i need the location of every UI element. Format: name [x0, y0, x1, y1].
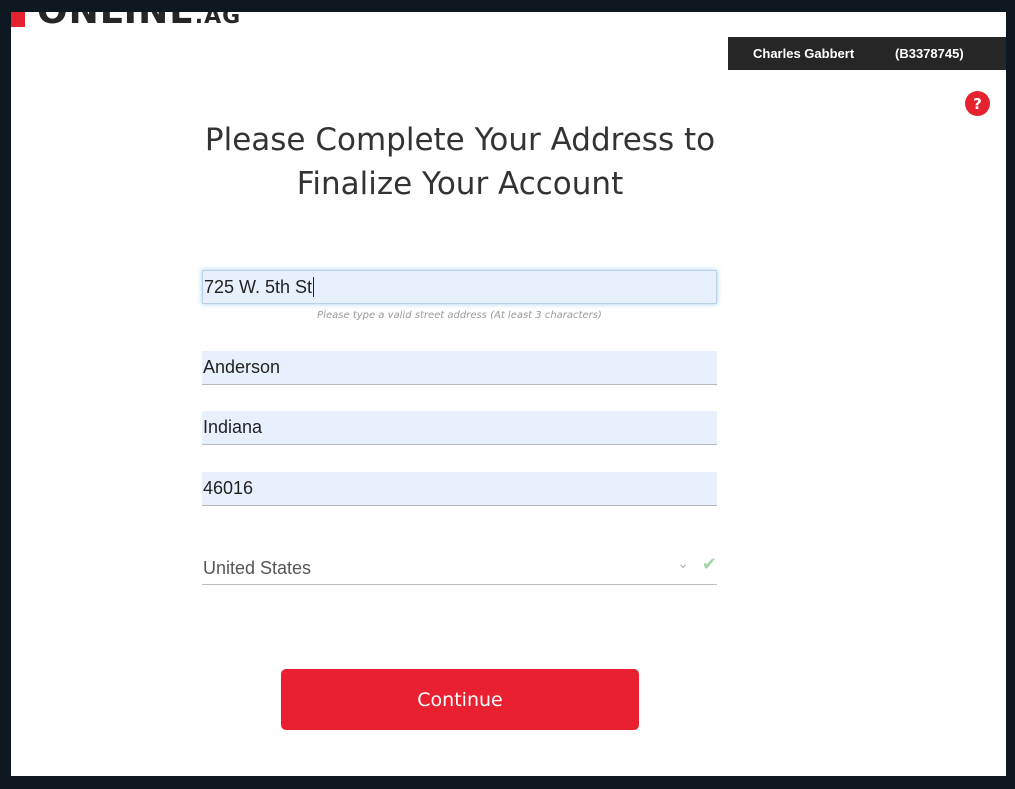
chevron-down-icon[interactable]: ⌄: [677, 556, 689, 572]
zip-value: 46016: [203, 478, 254, 498]
logo-sub-text: .AG: [194, 12, 242, 29]
street-address-input[interactable]: 725 W. 5th St: [202, 270, 717, 304]
city-input[interactable]: Anderson: [202, 351, 717, 385]
zip-input[interactable]: 46016: [202, 472, 717, 506]
brand-logo: ONLINE .AG: [11, 12, 241, 30]
text-caret: [313, 277, 315, 297]
city-value: Anderson: [203, 357, 281, 377]
page: ONLINE .AG Charles Gabbert (B3378745) ? …: [11, 12, 1006, 776]
check-icon: ✔: [701, 554, 717, 575]
user-bar: Charles Gabbert (B3378745): [728, 37, 1006, 70]
street-address-value: 725 W. 5th St: [204, 276, 313, 297]
logo-mark: [11, 12, 25, 27]
state-input[interactable]: Indiana: [202, 411, 717, 445]
continue-button[interactable]: Continue: [281, 669, 639, 730]
user-id: (B3378745): [895, 46, 964, 61]
country-value: United States: [203, 558, 312, 578]
country-select[interactable]: United States ⌄ ✔: [202, 553, 717, 585]
state-value: Indiana: [203, 417, 263, 437]
logo-main-text: ONLINE: [37, 12, 195, 30]
user-name: Charles Gabbert: [753, 46, 855, 61]
street-address-hint: Please type a valid street address (At l…: [317, 310, 602, 321]
help-icon[interactable]: ?: [965, 91, 990, 116]
page-title: Please Complete Your Address to Finalize…: [204, 122, 716, 202]
help-icon-glyph: ?: [973, 94, 982, 113]
